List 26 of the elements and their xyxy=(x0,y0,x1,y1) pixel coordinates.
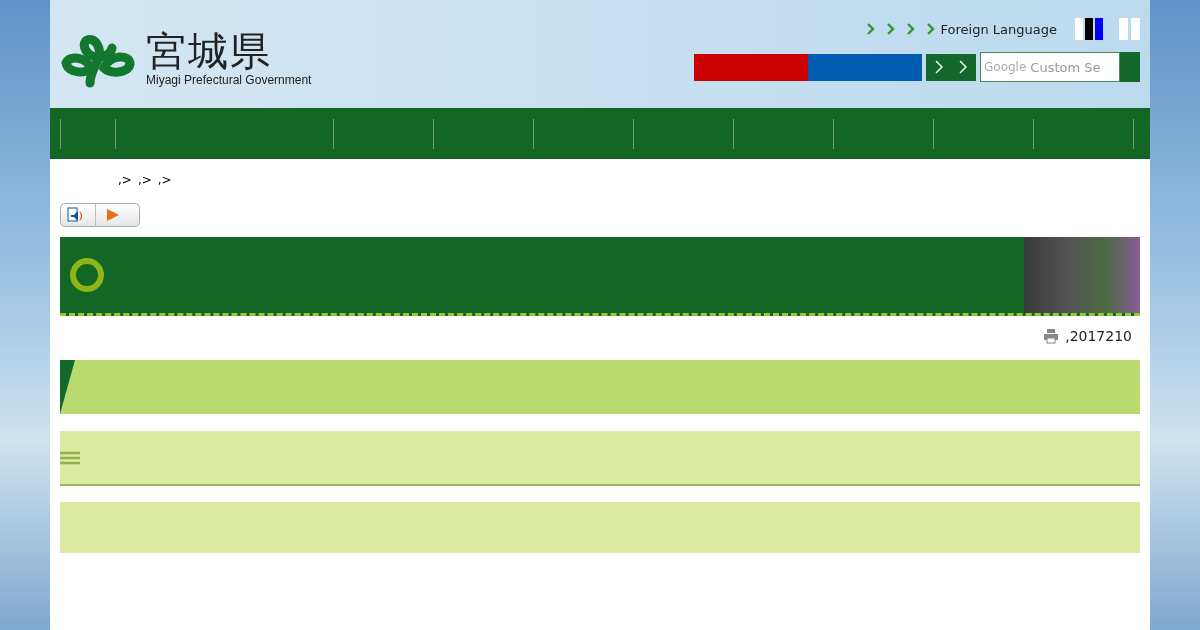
search-brand-label: Google xyxy=(984,60,1027,74)
updated-date: ,2017210 xyxy=(1065,328,1132,344)
color-scheme-button[interactable] xyxy=(1095,18,1103,40)
ring-icon xyxy=(70,258,104,292)
menu-button[interactable] xyxy=(808,53,922,81)
read-aloud-button[interactable] xyxy=(60,203,140,227)
chevron-icon[interactable] xyxy=(866,23,875,35)
chevron-icon xyxy=(926,23,935,35)
play-icon xyxy=(106,208,120,222)
triangle-icon xyxy=(60,360,75,414)
search-input[interactable]: Custom Se xyxy=(1030,59,1113,75)
print-icon[interactable] xyxy=(1043,328,1060,344)
chevron-button[interactable] xyxy=(926,53,976,81)
chevron-icon[interactable] xyxy=(906,23,915,35)
breadcrumb-link[interactable]: ,> xyxy=(137,173,152,189)
color-scheme-button[interactable] xyxy=(1075,18,1083,40)
logo-subtitle: Miyagi Prefectural Government xyxy=(146,73,312,87)
chevron-icon[interactable] xyxy=(886,23,895,35)
logo-title: 宮城県 xyxy=(146,29,273,73)
color-scheme-button[interactable] xyxy=(1085,18,1093,40)
breadcrumb-link[interactable]: ,> xyxy=(118,173,132,189)
menu-icon[interactable] xyxy=(60,450,80,465)
menu-button[interactable] xyxy=(694,53,808,81)
header-link[interactable]: Foreign Language xyxy=(926,21,1057,37)
breadcrumb-link[interactable]: ,> xyxy=(157,173,172,189)
speaker-document-icon xyxy=(67,207,85,223)
